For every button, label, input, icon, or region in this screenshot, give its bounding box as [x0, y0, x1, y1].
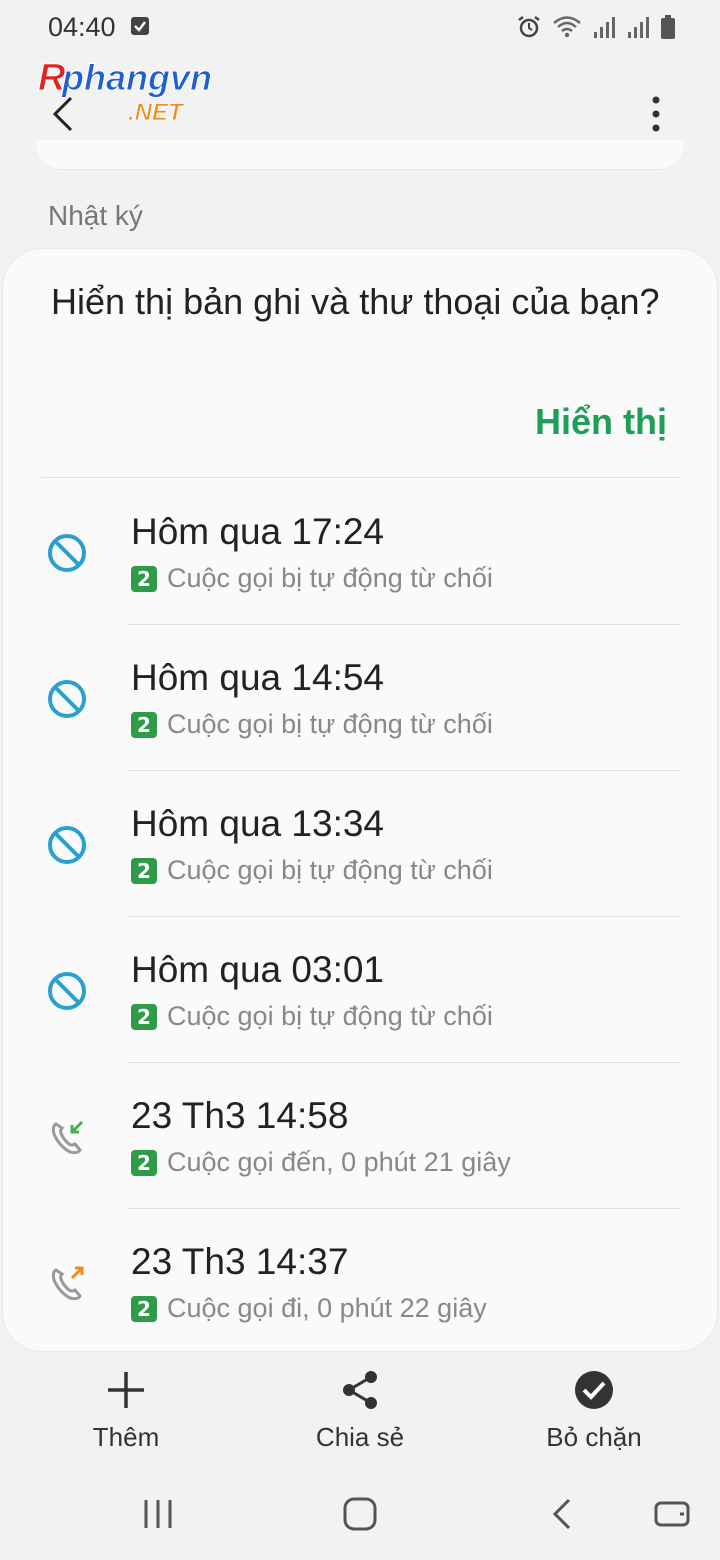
call-log-card: Hiển thị bản ghi và thư thoại của bạn? H…: [2, 248, 718, 1352]
sim-badge: 2: [131, 711, 157, 738]
home-icon: [343, 1497, 377, 1531]
call-log-item[interactable]: 23 Th3 14:58 2 Cuộc gọi đến, 0 phút 21 g…: [3, 1063, 717, 1209]
recent-apps-button[interactable]: [128, 1492, 188, 1536]
alarm-icon: [518, 16, 540, 38]
add-button[interactable]: Thêm: [36, 1368, 216, 1460]
call-details: 2 Cuộc gọi bị tự động từ chối: [131, 709, 493, 740]
share-label: Chia sẻ: [315, 1422, 405, 1452]
sim-badge: 2: [131, 1149, 157, 1176]
call-details: 2 Cuộc gọi bị tự động từ chối: [131, 1001, 493, 1032]
share-icon: [343, 1371, 377, 1409]
call-log-item[interactable]: Hôm qua 17:24 2 Cuộc gọi bị tự động từ c…: [3, 479, 717, 625]
blocked-call-icon: [43, 675, 91, 723]
call-time: 23 Th3 14:37: [131, 1241, 349, 1282]
call-log-list: Hôm qua 17:24 2 Cuộc gọi bị tự động từ c…: [3, 479, 717, 1351]
more-vertical-icon: [652, 96, 660, 132]
wifi-icon: [553, 16, 581, 38]
checkbox-notification-icon: [131, 17, 149, 35]
sim-badge: 2: [131, 565, 157, 592]
call-description: Cuộc gọi đi, 0 phút 22 giây: [167, 1293, 487, 1323]
back-button[interactable]: [36, 86, 92, 142]
system-navigation-bar: [0, 1470, 720, 1560]
chevron-left-icon: [52, 96, 73, 132]
add-label: Thêm: [92, 1422, 160, 1452]
call-log-item[interactable]: 23 Th3 14:37 2 Cuộc gọi đi, 0 phút 22 gi…: [3, 1209, 717, 1351]
home-button[interactable]: [330, 1492, 390, 1536]
call-details: 2 Cuộc gọi bị tự động từ chối: [131, 855, 493, 886]
signal-sim2-icon: [628, 17, 649, 38]
call-details: 2 Cuộc gọi đến, 0 phút 21 giây: [131, 1147, 511, 1178]
blocked-call-icon: [43, 967, 91, 1015]
check-circle-icon: [575, 1371, 613, 1409]
outgoing-call-icon: [43, 1259, 91, 1307]
divider: [41, 477, 681, 478]
incoming-call-icon: [43, 1113, 91, 1161]
call-details: 2 Cuộc gọi đi, 0 phút 22 giây: [131, 1293, 487, 1324]
previous-card-edge: [36, 140, 684, 170]
recent-apps-icon: [144, 1500, 172, 1528]
blocked-call-icon: [43, 821, 91, 869]
blocked-call-icon: [43, 529, 91, 577]
status-icons: [516, 14, 676, 40]
battery-icon: [661, 15, 675, 39]
keyboard-toggle-icon: [654, 1501, 690, 1527]
call-time: Hôm qua 14:54: [131, 657, 385, 698]
call-description: Cuộc gọi bị tự động từ chối: [167, 709, 493, 739]
call-description: Cuộc gọi bị tự động từ chối: [167, 1001, 493, 1031]
show-records-prompt: Hiển thị bản ghi và thư thoại của bạn?: [51, 281, 660, 322]
show-button[interactable]: Hiển thị: [535, 401, 667, 443]
svg-text:.NET: .NET: [128, 99, 185, 126]
call-time: Hôm qua 13:34: [131, 803, 385, 844]
back-nav-button[interactable]: [532, 1492, 592, 1536]
call-log-item[interactable]: Hôm qua 14:54 2 Cuộc gọi bị tự động từ c…: [3, 625, 717, 771]
section-title: Nhật ký: [48, 200, 143, 231]
keyboard-toggle-button[interactable]: [642, 1492, 702, 1536]
sim-badge: 2: [131, 857, 157, 884]
signal-sim1-icon: [594, 17, 615, 38]
call-time: 23 Th3 14:58: [131, 1095, 349, 1136]
call-log-item[interactable]: Hôm qua 03:01 2 Cuộc gọi bị tự động từ c…: [3, 917, 717, 1063]
call-description: Cuộc gọi đến, 0 phút 21 giây: [167, 1147, 511, 1177]
status-time: 04:40: [48, 12, 116, 42]
plus-icon: [108, 1372, 144, 1408]
status-bar: 04:40: [0, 0, 720, 56]
call-description: Cuộc gọi bị tự động từ chối: [167, 563, 493, 593]
unblock-label: Bỏ chặn: [546, 1422, 642, 1452]
back-nav-icon: [552, 1498, 571, 1530]
more-options-button[interactable]: [628, 86, 684, 142]
call-time: Hôm qua 17:24: [131, 511, 385, 552]
call-log-item[interactable]: Hôm qua 13:34 2 Cuộc gọi bị tự động từ c…: [3, 771, 717, 917]
sim-badge: 2: [131, 1295, 157, 1322]
share-button[interactable]: Chia sẻ: [270, 1368, 450, 1460]
call-time: Hôm qua 03:01: [131, 949, 385, 990]
bottom-action-bar: Thêm Chia sẻ Bỏ chặn: [0, 1360, 720, 1460]
unblock-button[interactable]: Bỏ chặn: [504, 1368, 684, 1460]
call-details: 2 Cuộc gọi bị tự động từ chối: [131, 563, 493, 594]
call-description: Cuộc gọi bị tự động từ chối: [167, 855, 493, 885]
sim-badge: 2: [131, 1003, 157, 1030]
